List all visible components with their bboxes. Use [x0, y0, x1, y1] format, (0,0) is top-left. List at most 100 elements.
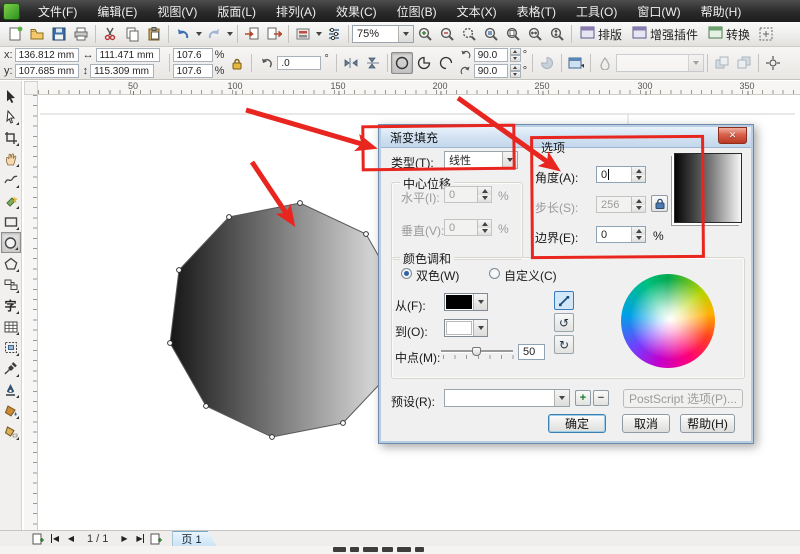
arc-start-spinner[interactable]: [510, 48, 521, 62]
pan-tool[interactable]: [1, 148, 21, 169]
copy-button[interactable]: [121, 23, 143, 45]
cut-button[interactable]: [99, 23, 121, 45]
pick-tool[interactable]: [1, 85, 21, 106]
path-clockwise-button[interactable]: ↻: [554, 335, 574, 354]
path-straight-button[interactable]: [554, 291, 574, 310]
menu-help[interactable]: 帮助(H): [691, 0, 752, 23]
next-page-button[interactable]: ▶: [116, 532, 132, 546]
zoom-page-button[interactable]: [502, 23, 524, 45]
from-color-picker[interactable]: [444, 293, 488, 311]
menu-effects[interactable]: 效果(C): [326, 0, 387, 23]
typeset-plugin-button[interactable]: 排版: [575, 25, 627, 44]
arc-mode-button[interactable]: [435, 52, 457, 74]
menu-file[interactable]: 文件(F): [28, 0, 87, 23]
arc-end-spinner[interactable]: [510, 64, 521, 78]
freehand-tool[interactable]: [1, 169, 21, 190]
zoom-height-button[interactable]: [546, 23, 568, 45]
add-preset-button[interactable]: +: [575, 390, 591, 406]
slider-thumb[interactable]: [472, 347, 481, 356]
table-tool[interactable]: [1, 316, 21, 337]
menu-window[interactable]: 窗口(W): [627, 0, 690, 23]
zoom-out-button[interactable]: [436, 23, 458, 45]
remove-preset-button[interactable]: −: [593, 390, 609, 406]
angle-field[interactable]: 0: [596, 166, 646, 183]
combo-arrow-icon[interactable]: [554, 390, 569, 406]
steps-lock-button[interactable]: [651, 195, 668, 212]
horizontal-ruler[interactable]: 50 100 150 200 250 300 350: [38, 81, 800, 95]
arc-end-field[interactable]: 90.0: [474, 64, 508, 78]
menu-bitmaps[interactable]: 位图(B): [387, 0, 447, 23]
enhance-plugin-button[interactable]: 增强插件: [627, 25, 703, 44]
zoom-all-objects-button[interactable]: [480, 23, 502, 45]
object-width-field[interactable]: 111.471 mm: [96, 48, 160, 62]
rotation-angle-field[interactable]: .0: [277, 56, 321, 70]
rectangle-tool[interactable]: [1, 211, 21, 232]
application-launcher-button[interactable]: [292, 23, 314, 45]
custom-radio[interactable]: [489, 268, 500, 279]
convert-plugin-button[interactable]: 转换: [703, 25, 755, 44]
dialog-titlebar[interactable]: 渐变填充: [381, 127, 751, 148]
combo-arrow-icon[interactable]: [688, 55, 703, 71]
interactive-blend-tool[interactable]: [1, 337, 21, 358]
vertical-ruler[interactable]: [24, 95, 38, 530]
scale-lock-button[interactable]: [226, 52, 248, 74]
scale-v-field[interactable]: 107.6: [173, 64, 213, 78]
scale-h-field[interactable]: 107.6: [173, 48, 213, 62]
dialog-close-button[interactable]: ✕: [718, 127, 747, 144]
wrap-text-button[interactable]: [762, 52, 784, 74]
ok-button[interactable]: 确定: [548, 414, 606, 433]
previous-page-button[interactable]: ◀: [63, 532, 79, 546]
horizontal-field[interactable]: 0: [444, 186, 492, 203]
menu-arrange[interactable]: 排列(A): [266, 0, 326, 23]
ruler-origin-box[interactable]: [24, 81, 38, 95]
page-tab[interactable]: 页 1: [172, 531, 216, 547]
polygon-tool[interactable]: [1, 253, 21, 274]
add-page-end-button[interactable]: [148, 532, 164, 546]
redo-button[interactable]: [203, 23, 225, 45]
eyedropper-tool[interactable]: [1, 358, 21, 379]
presets-combo[interactable]: [444, 389, 570, 407]
mirror-horizontal-button[interactable]: [340, 52, 362, 74]
vertical-spinner[interactable]: [477, 220, 491, 235]
paste-button[interactable]: [143, 23, 165, 45]
horizontal-spinner[interactable]: [477, 187, 491, 202]
midpoint-slider[interactable]: [441, 347, 513, 361]
arc-start-field[interactable]: 90.0: [474, 48, 508, 62]
two-color-radio[interactable]: [401, 268, 412, 279]
steps-spinner[interactable]: [631, 197, 645, 212]
options-button[interactable]: [323, 23, 345, 45]
help-button[interactable]: 帮助(H): [680, 414, 735, 433]
combo-arrow-icon[interactable]: [473, 294, 487, 310]
outline-pen-tool[interactable]: [1, 379, 21, 400]
object-height-field[interactable]: 115.309 mm: [90, 64, 154, 78]
zoom-level-combo[interactable]: 75%: [352, 25, 414, 43]
undo-dropdown-arrow[interactable]: [194, 23, 203, 45]
midpoint-value-field[interactable]: 50: [518, 344, 545, 360]
angle-spinner[interactable]: [631, 167, 645, 182]
object-y-field[interactable]: 107.685 mm: [15, 64, 79, 78]
mirror-vertical-button[interactable]: [362, 52, 384, 74]
path-counterclockwise-button[interactable]: ↺: [554, 313, 574, 332]
to-color-picker[interactable]: [444, 319, 488, 337]
new-document-button[interactable]: [4, 23, 26, 45]
import-button[interactable]: [241, 23, 263, 45]
to-back-button[interactable]: [733, 52, 755, 74]
to-front-button[interactable]: [711, 52, 733, 74]
edge-field[interactable]: 0: [596, 226, 646, 243]
basic-shapes-tool[interactable]: [1, 274, 21, 295]
last-page-button[interactable]: ▶: [132, 532, 148, 546]
steps-field[interactable]: 256: [596, 196, 646, 213]
launcher-dropdown-arrow[interactable]: [314, 23, 323, 45]
menu-layout[interactable]: 版面(L): [207, 0, 266, 23]
smart-fill-tool[interactable]: [1, 190, 21, 211]
snap-options-button[interactable]: [565, 52, 587, 74]
print-button[interactable]: [70, 23, 92, 45]
color-wheel[interactable]: [621, 274, 715, 368]
redo-dropdown-arrow[interactable]: [225, 23, 234, 45]
outline-width-combo[interactable]: [616, 54, 704, 72]
interactive-fill-tool[interactable]: [1, 421, 21, 442]
menu-tools[interactable]: 工具(O): [566, 0, 627, 23]
shape-tool[interactable]: [1, 106, 21, 127]
frame-tool-button[interactable]: [755, 23, 777, 45]
export-button[interactable]: [263, 23, 285, 45]
